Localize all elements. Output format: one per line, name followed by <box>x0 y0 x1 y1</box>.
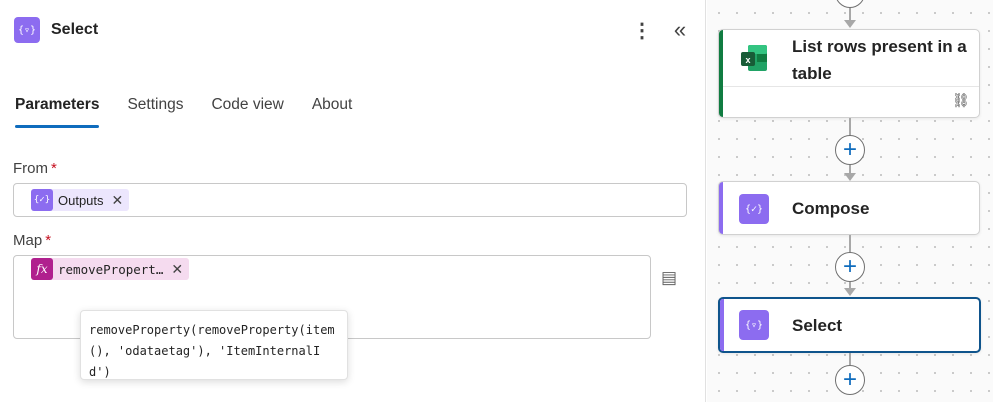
map-label-text: Map <box>13 232 43 249</box>
svg-text:x: x <box>745 55 750 65</box>
card-list-rows[interactable]: x List rows present in a table ⛓ <box>718 29 980 118</box>
tab-settings[interactable]: Settings <box>127 92 183 128</box>
panel-tabs: Parameters Settings Code view About <box>15 92 380 128</box>
from-label: From * <box>13 160 57 177</box>
connector-arrow <box>844 20 856 28</box>
flow-designer-canvas[interactable]: + x List rows present in a table ⛓ + {✓}… <box>707 0 993 402</box>
more-options-button[interactable]: ⋮ <box>632 16 652 44</box>
connector-line <box>849 353 851 365</box>
switch-to-table-mode-icon[interactable]: ▤ <box>658 266 680 290</box>
remove-token-icon[interactable]: ✕ <box>112 192 124 209</box>
card-compose[interactable]: {✓} Compose <box>718 181 980 235</box>
compose-icon: {✓} <box>739 194 769 224</box>
collapse-panel-button[interactable]: « <box>668 16 692 44</box>
select-action-icon: {▿} <box>14 17 40 43</box>
add-step-button[interactable]: + <box>835 252 865 282</box>
panel-header: {▿} Select <box>14 16 98 44</box>
tab-parameters[interactable]: Parameters <box>15 92 100 128</box>
connector-arrow <box>844 173 856 181</box>
from-label-text: From <box>13 160 48 177</box>
link-icon: ⛓ <box>952 92 970 108</box>
card-select[interactable]: {▿} Select <box>718 297 981 353</box>
outputs-token-label: Outputs <box>58 192 104 208</box>
card-title: Compose <box>792 199 870 218</box>
map-label: Map * <box>13 232 51 249</box>
connector-line <box>849 118 851 136</box>
required-marker: * <box>51 160 57 177</box>
card-accent <box>720 299 724 351</box>
add-step-button[interactable]: + <box>835 0 865 8</box>
card-title: Select <box>792 316 843 335</box>
panel-title: Select <box>51 21 99 38</box>
remove-token-icon[interactable]: ✕ <box>171 261 183 278</box>
card-title: List rows present in a table <box>792 37 967 83</box>
expression-token[interactable]: fx removePropert… ✕ <box>31 258 190 280</box>
card-accent <box>719 30 723 117</box>
connector-arrow <box>844 288 856 296</box>
connector-line <box>849 235 851 252</box>
expression-token-label: removePropert… <box>58 261 164 277</box>
select-icon: {▿} <box>739 310 769 340</box>
card-accent <box>719 182 723 234</box>
action-details-panel: {▿} Select ⋮ « Parameters Settings Code … <box>0 0 706 402</box>
outputs-token[interactable]: {✓} Outputs ✕ <box>31 189 130 211</box>
add-step-button[interactable]: + <box>835 135 865 165</box>
expression-tooltip: removeProperty(removeProperty(item(), 'o… <box>80 310 348 380</box>
add-step-button[interactable]: + <box>835 365 865 395</box>
from-input[interactable]: {✓} Outputs ✕ <box>13 183 687 217</box>
fx-icon: fx <box>31 258 53 280</box>
tab-about[interactable]: About <box>312 92 353 128</box>
excel-icon: x <box>741 45 767 71</box>
required-marker: * <box>45 232 52 249</box>
card-divider <box>723 86 979 87</box>
tab-code-view[interactable]: Code view <box>211 92 283 128</box>
compose-token-icon: {✓} <box>31 189 53 211</box>
